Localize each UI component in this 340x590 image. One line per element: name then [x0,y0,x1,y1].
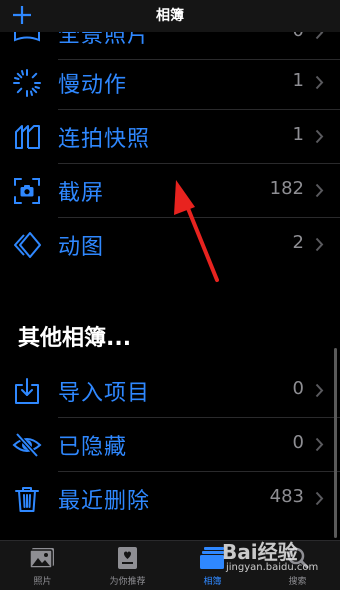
slow-motion-icon [13,69,41,97]
tab-for-you[interactable]: 为你推荐 [85,541,170,590]
chevron-right-icon [315,491,324,506]
screenshot-icon [14,178,40,204]
chevron-right-icon [315,383,324,398]
tab-photos[interactable]: 照片 [0,541,85,590]
album-row-slow-motion[interactable]: 慢动作 1 [0,56,340,110]
album-row-animated[interactable]: 动图 2 [0,218,340,272]
album-label: 导入项目 [58,381,151,406]
album-label: 最近删除 [58,489,151,514]
album-row-screenshots[interactable]: 截屏 182 [0,164,340,218]
chevron-right-icon [315,237,324,252]
album-label: 截屏 [58,181,105,206]
album-row-burst[interactable]: 连拍快照 1 [0,110,340,164]
watermark-brand: Bai经验 [222,540,298,564]
album-label: 动图 [58,235,105,260]
album-count: 0 [292,378,304,399]
chevron-right-icon [315,437,324,452]
album-label: 连拍快照 [58,127,151,152]
album-count: 1 [292,70,304,91]
album-row-recently-deleted[interactable]: 最近删除 483 [0,472,340,526]
album-count: 0 [292,432,304,453]
import-icon [15,378,39,404]
chevron-right-icon [315,183,324,198]
watermark-url: jingyan.baidu.com [226,562,319,573]
hidden-eye-icon [12,432,42,458]
album-row-imports[interactable]: 导入项目 0 [0,364,340,418]
album-label: 慢动作 [58,73,128,98]
chevron-right-icon [315,75,324,90]
photos-icon [29,548,54,569]
tab-label: 照片 [33,577,52,587]
navigation-bar: 相簿 [0,0,340,32]
album-count: 483 [269,486,304,507]
watermark: Bai经验 jingyan.baidu.com [222,536,332,586]
tab-label: 为你推荐 [109,577,146,587]
section-title-other-albums: 其他相簿... [18,326,132,351]
chevron-right-icon [315,129,324,144]
trash-icon [15,487,39,512]
animated-icon [14,232,41,258]
album-count: 2 [292,232,304,253]
album-count: 182 [269,178,304,199]
scrollbar[interactable] [334,348,337,538]
for-you-icon [118,547,137,569]
album-count: 1 [292,124,304,145]
burst-icon [15,125,40,149]
album-label: 已隐藏 [58,435,128,460]
album-row-hidden[interactable]: 已隐藏 0 [0,418,340,472]
page-title: 相簿 [156,8,184,24]
